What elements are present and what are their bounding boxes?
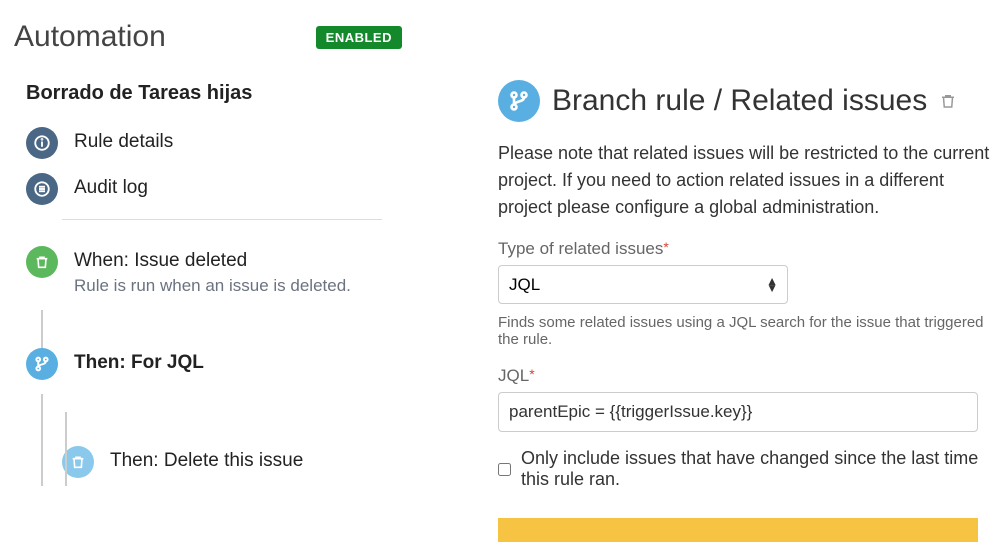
only-changed-label: Only include issues that have changed si… (521, 448, 999, 490)
step-action[interactable]: Then: Delete this issue (62, 446, 402, 478)
delete-rule-button[interactable] (939, 92, 957, 110)
list-icon (26, 173, 58, 205)
nav-rule-details[interactable]: Rule details (26, 127, 402, 159)
info-icon (26, 127, 58, 159)
step-title: When: Issue deleted (74, 250, 351, 272)
step-trigger[interactable]: When: Issue deleted Rule is run when an … (26, 246, 402, 296)
panel-title: Branch rule / Related issues (552, 84, 927, 118)
type-label: Type of related issues* (498, 239, 999, 259)
divider (62, 219, 382, 220)
branch-icon (498, 80, 540, 122)
panel-note: Please note that related issues will be … (498, 140, 999, 221)
page-title: Automation (14, 20, 166, 54)
nav-label: Audit log (74, 177, 148, 198)
connector (41, 310, 402, 348)
nav-audit-log[interactable]: Audit log (26, 173, 402, 205)
warning-banner (498, 518, 978, 542)
step-desc: Rule is run when an issue is deleted. (74, 276, 351, 296)
rule-name: Borrado de Tareas hijas (26, 82, 402, 105)
branch-icon (26, 348, 58, 380)
nav-label: Rule details (74, 131, 173, 152)
step-title: Then: Delete this issue (110, 450, 303, 472)
jql-input[interactable] (498, 392, 978, 432)
status-badge: ENABLED (316, 26, 402, 49)
step-branch[interactable]: Then: For JQL (26, 348, 402, 380)
trash-icon (26, 246, 58, 278)
type-hint: Finds some related issues using a JQL se… (498, 314, 999, 348)
related-type-select[interactable]: JQL (498, 265, 788, 304)
jql-label: JQL* (498, 366, 999, 386)
step-title: Then: For JQL (74, 352, 204, 374)
only-changed-checkbox[interactable]: Only include issues that have changed si… (498, 448, 999, 490)
only-changed-input[interactable] (498, 462, 511, 477)
